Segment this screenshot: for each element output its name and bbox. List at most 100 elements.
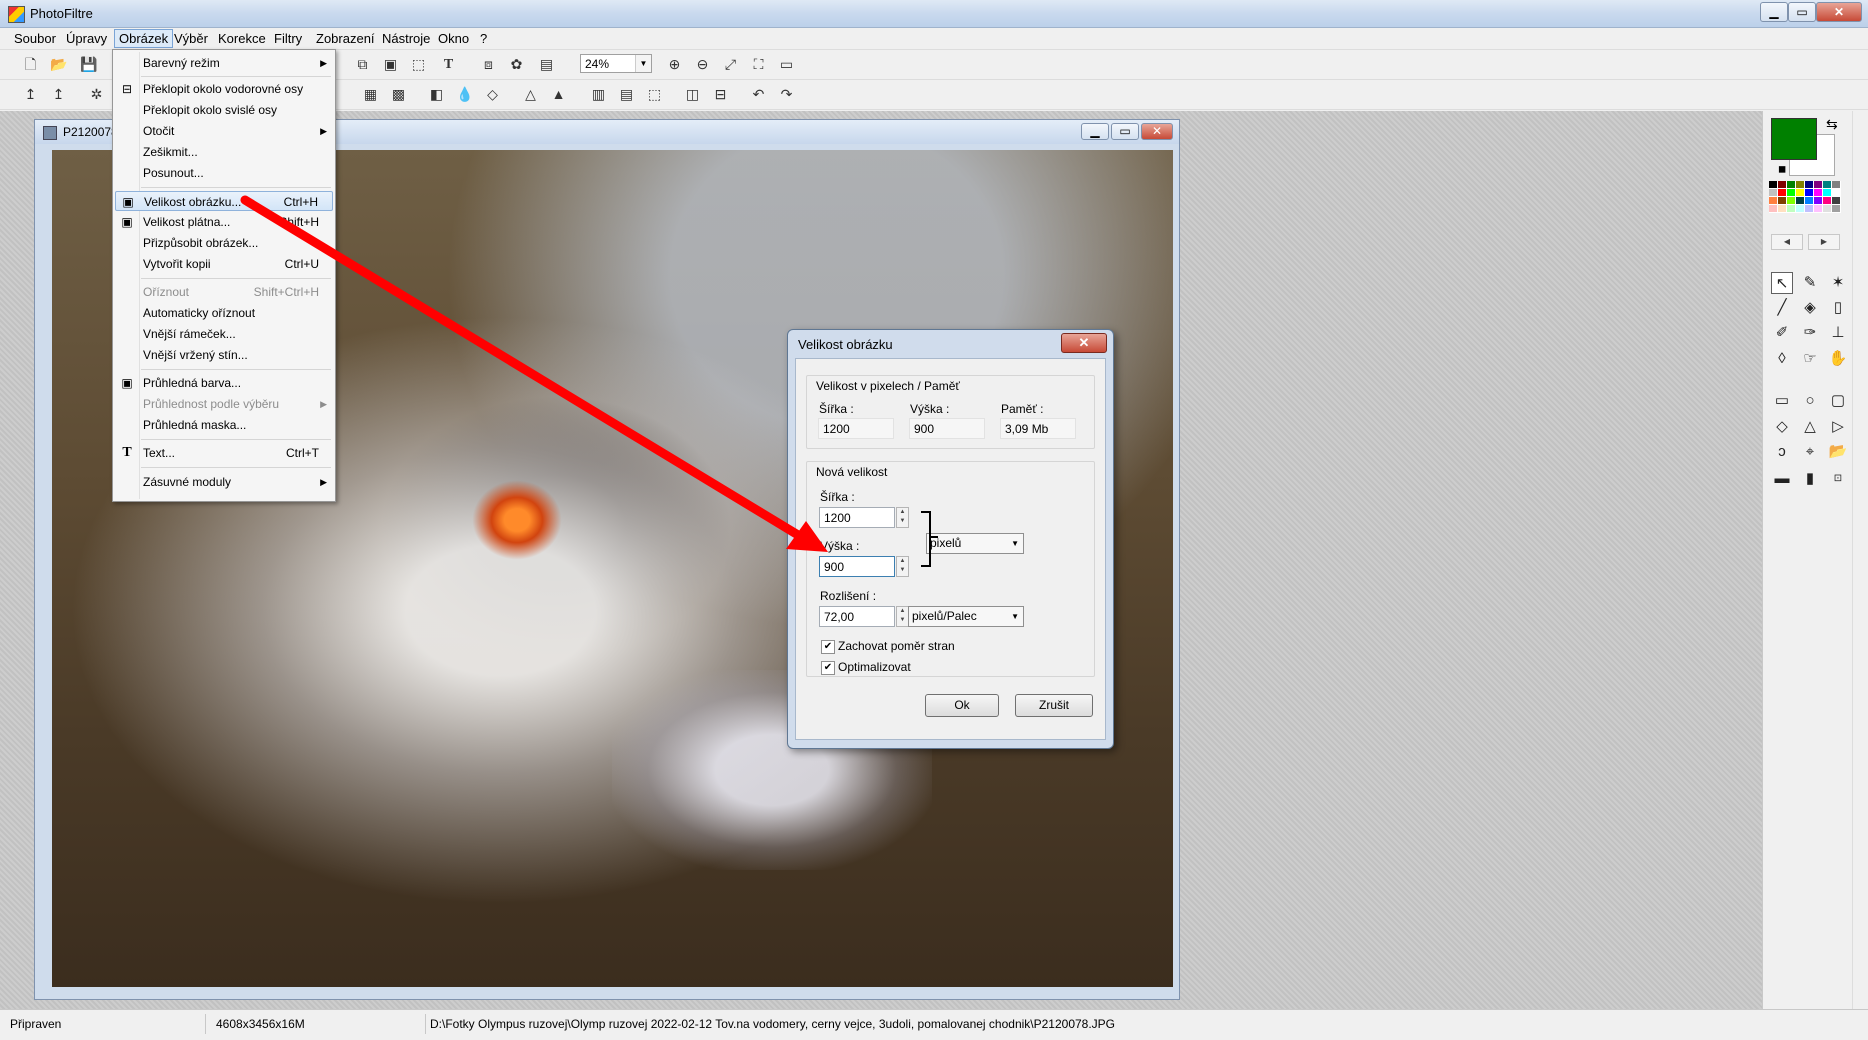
diamond-icon[interactable]: ◇ [1771,416,1793,438]
open-selection-icon[interactable]: 📂 [1827,441,1849,463]
reset-colors-icon[interactable]: ◼ [1778,164,1788,175]
menu-help[interactable]: ? [476,30,491,47]
keep-ratio-checkbox[interactable]: ✔ [821,640,835,654]
stamp-icon[interactable]: ⊥ [1827,322,1849,344]
palette-swatch[interactable] [1796,205,1805,213]
menu-obrazek[interactable]: Obrázek [114,29,174,48]
palette-swatch[interactable] [1787,197,1796,205]
palette-swatch[interactable] [1787,181,1796,189]
rectangle-icon[interactable]: ▭ [1771,390,1793,412]
palette-swatch[interactable] [1814,181,1823,189]
cancel-button[interactable]: Zrušit [1015,694,1093,717]
drop-icon[interactable]: 💧 [456,86,473,103]
hand-icon[interactable]: ✋ [1827,348,1849,370]
restore-button[interactable]: ▭ [1788,2,1816,22]
palette-swatch[interactable] [1787,205,1796,213]
palette-swatch[interactable] [1814,189,1823,197]
palette-swatch[interactable] [1769,189,1778,197]
open-folder-icon[interactable]: 📂 [50,56,67,73]
drop-outline-icon[interactable]: ◇ [484,86,501,103]
menu-item-image-size[interactable]: ▣ Velikost obrázku... Ctrl+H [115,191,333,211]
horizontal-bar-icon[interactable]: ▬ [1771,468,1793,490]
doc-minimize-button[interactable]: ▁ [1081,123,1109,140]
menu-upravy[interactable]: Úpravy [62,30,111,47]
palette-swatch[interactable] [1796,197,1805,205]
palette-swatch[interactable] [1832,205,1841,213]
palette-swatch[interactable] [1778,189,1787,197]
flip-horizontal-tool-icon[interactable]: ⊟ [712,86,729,103]
new-file-icon[interactable]: 🗋 [22,56,39,73]
foreground-color-swatch[interactable] [1771,118,1817,160]
rotate-left-icon[interactable]: ↶ [750,86,767,103]
palette-swatch[interactable] [1805,205,1814,213]
menu-item-skew[interactable]: Zešikmit... [115,142,333,162]
menu-item-offset[interactable]: Posunout... [115,163,333,183]
palette-swatch[interactable] [1805,197,1814,205]
dialog-close-button[interactable]: ✕ [1061,333,1107,353]
menu-item-text[interactable]: T Text... Ctrl+T [115,443,333,463]
palette-swatch[interactable] [1814,205,1823,213]
new-width-input[interactable]: 1200 [819,507,895,528]
palette-swatch[interactable] [1823,205,1832,213]
auto-levels-icon[interactable]: ↥ [22,86,39,103]
text-tool-icon[interactable]: T [440,56,457,73]
image-size-tool-icon[interactable]: ▣ [382,56,399,73]
new-height-input[interactable]: 900 [819,556,895,577]
minimize-button[interactable]: ▁ [1760,2,1788,22]
grid-icon[interactable]: ▦ [362,86,379,103]
spray-can-icon[interactable]: ▯ [1827,297,1849,319]
palette-swatch[interactable] [1769,197,1778,205]
color-palette[interactable] [1769,181,1841,231]
window-icon[interactable]: ▤ [538,56,555,73]
palette-swatch[interactable] [1823,197,1832,205]
mosaic-icon[interactable]: ▩ [390,86,407,103]
palette-swatch[interactable] [1796,181,1805,189]
resolution-unit-select[interactable]: pixelů/Palec ▼ [908,606,1024,627]
crop-icon[interactable]: ⬚ [410,56,427,73]
rotate-right-icon[interactable]: ↷ [778,86,795,103]
palette-swatch[interactable] [1805,181,1814,189]
zoom-in-icon[interactable]: ⊕ [666,56,683,73]
advanced-brush-icon[interactable]: ✑ [1799,322,1821,344]
menu-item-drop-shadow[interactable]: Vnější vržený stín... [115,345,333,365]
menu-item-flip-vertical[interactable]: Překlopit okolo svislé osy [115,100,333,120]
doc-restore-button[interactable]: ▭ [1111,123,1139,140]
fill-bucket-icon[interactable]: ◈ [1799,297,1821,319]
actual-size-icon[interactable]: ⛶ [750,56,767,73]
menu-item-outer-frame[interactable]: Vnější rámeček... [115,324,333,344]
palette-swatch[interactable] [1805,189,1814,197]
menu-filtry[interactable]: Filtry [270,30,306,47]
menu-nastroje[interactable]: Nástroje [378,30,434,47]
resolution-input[interactable]: 72,00 [819,606,895,627]
palette-swatch[interactable] [1769,205,1778,213]
palette-swatch[interactable] [1814,197,1823,205]
gradient-icon[interactable]: ▤ [618,86,635,103]
menu-item-duplicate[interactable]: Vytvořit kopii Ctrl+U [115,254,333,274]
doc-close-button[interactable]: ✕ [1141,123,1173,140]
palette-swatch[interactable] [1787,189,1796,197]
rounded-rect-icon[interactable]: ▢ [1827,390,1849,412]
flip-vertical-icon[interactable]: ◫ [684,86,701,103]
menu-okno[interactable]: Okno [434,30,473,47]
menu-item-fit-image[interactable]: Přizpůsobit obrázek... [115,233,333,253]
fit-window-icon[interactable]: ⤢ [722,56,739,73]
new-width-stepper[interactable]: ▲ ▼ [896,507,909,528]
menu-item-canvas-size[interactable]: ▣ Velikost plátna... Shift+H [115,212,333,232]
fullscreen-icon[interactable]: ▭ [778,56,795,73]
sparkle-icon[interactable]: ✲ [88,86,105,103]
ok-button[interactable]: Ok [925,694,999,717]
menu-item-transparent-mask[interactable]: Průhledná maska... [115,415,333,435]
optimize-checkbox[interactable]: ✔ [821,661,835,675]
menu-item-rotate[interactable]: Otočit ▶ [115,121,333,141]
select-arrow-icon[interactable]: ↖ [1771,272,1793,294]
zoom-out-icon[interactable]: ⊖ [694,56,711,73]
size-unit-select[interactable]: pixelů ▼ [926,533,1024,554]
palette-swatch[interactable] [1778,181,1787,189]
palette-swatch[interactable] [1796,189,1805,197]
palette-swatch[interactable] [1778,205,1787,213]
zoom-select[interactable]: 24% ▼ [580,54,652,73]
auto-contrast-icon[interactable]: ↥ [50,86,67,103]
swap-colors-icon[interactable]: ⇆ [1826,116,1838,133]
palette-swatch[interactable] [1832,181,1841,189]
menu-item-color-mode[interactable]: Barevný režim ▶ [115,53,333,73]
